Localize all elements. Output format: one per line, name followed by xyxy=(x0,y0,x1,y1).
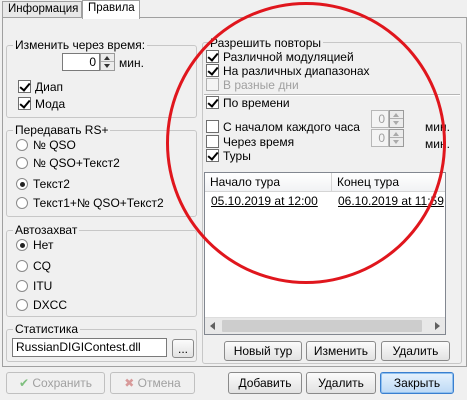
rs-option-qso-text2-radio[interactable] xyxy=(16,157,28,169)
delete-tour-button[interactable]: Удалить xyxy=(381,341,450,361)
statistics-title: Статистика xyxy=(13,322,81,336)
autocapture-dxcc-radio[interactable] xyxy=(16,299,28,311)
tour-start-cell[interactable]: 05.10.2019 at 12:00 xyxy=(211,194,318,208)
rs-option-text2-radio[interactable] xyxy=(16,178,28,190)
autocapture-dxcc-label: DXCC xyxy=(33,298,68,312)
autocapture-cq-radio[interactable] xyxy=(16,260,28,272)
autocapture-itu-label: ITU xyxy=(33,279,53,293)
new-tour-button[interactable]: Новый тур xyxy=(224,341,302,361)
tab-bar: Информация Правила xyxy=(0,0,467,19)
time-change-title: Изменить через время: xyxy=(13,38,148,52)
rs-option-qso-label: № QSO xyxy=(33,138,76,152)
scrollbar-thumb[interactable] xyxy=(222,320,422,332)
stepper-down-icon[interactable] xyxy=(101,62,114,70)
rs-option-qso-text2-label: № QSO+Текст2 xyxy=(33,156,120,170)
autocapture-none-label: Нет xyxy=(33,238,54,252)
autocapture-title: Автозахват xyxy=(13,223,80,237)
rs-option-text2-label: Текст2 xyxy=(33,177,70,191)
stepper-up-icon[interactable] xyxy=(390,130,403,138)
stepper-down-icon[interactable] xyxy=(390,119,403,127)
repeat-bands-checkbox[interactable] xyxy=(206,64,219,77)
rs-transmit-title: Передавать RS+ xyxy=(13,123,111,137)
tours-checkbox[interactable] xyxy=(206,149,219,162)
stepper-up-icon[interactable] xyxy=(390,111,403,119)
autocapture-itu-radio[interactable] xyxy=(16,280,28,292)
by-time-label: По времени xyxy=(223,96,290,110)
rs-option-text1-qso-text2-radio[interactable] xyxy=(16,197,28,209)
time-change-stepper[interactable] xyxy=(100,53,115,71)
each-hour-minutes-input-2[interactable]: 0 xyxy=(371,129,389,147)
after-time-checkbox[interactable] xyxy=(206,135,219,148)
rs-option-text1-qso-text2-label: Текст1+№ QSO+Текст2 xyxy=(33,196,164,210)
add-button[interactable]: Добавить xyxy=(228,372,302,394)
close-button[interactable]: Закрыть xyxy=(380,372,454,394)
each-hour-stepper[interactable] xyxy=(389,110,404,128)
rs-option-qso-radio[interactable] xyxy=(16,139,28,151)
each-hour-checkbox[interactable] xyxy=(206,120,219,133)
repeat-modulation-checkbox[interactable] xyxy=(206,50,219,63)
band-checkbox[interactable] xyxy=(18,80,31,93)
save-label: Сохранить xyxy=(32,376,93,390)
column-header-tour-end[interactable]: Конец тура xyxy=(332,173,445,192)
edit-tour-button[interactable]: Изменить xyxy=(306,341,376,361)
autocapture-none-radio[interactable] xyxy=(16,239,28,251)
tour-end-cell[interactable]: 06.10.2019 at 11:59 xyxy=(338,194,444,208)
repeat-days-checkbox[interactable] xyxy=(206,78,219,91)
repeat-days-label: В разные дни xyxy=(223,78,299,92)
repeats-title: Разрешить повторы xyxy=(208,36,324,50)
each-hour-unit: мин. xyxy=(425,120,450,134)
repeat-bands-label: На различных диапазонах xyxy=(223,64,370,78)
save-button[interactable]: ✔ Сохранить xyxy=(6,372,105,394)
each-hour-minutes-input[interactable]: 0 xyxy=(371,110,389,128)
by-time-checkbox[interactable] xyxy=(206,96,219,109)
after-time-unit: мин. xyxy=(425,137,450,151)
checkmark-icon: ✔ xyxy=(18,376,30,390)
each-hour-label: С началом каждого часа xyxy=(223,120,360,134)
cross-icon: ✖ xyxy=(124,376,135,390)
time-change-unit: мин. xyxy=(119,56,144,70)
repeat-modulation-label: Различной модуляцией xyxy=(223,50,354,64)
tab-information[interactable]: Информация xyxy=(2,1,82,18)
remove-button[interactable]: Удалить xyxy=(306,372,376,394)
cancel-label: Отмена xyxy=(137,376,181,390)
scroll-left-icon[interactable] xyxy=(210,322,215,330)
tab-rules[interactable]: Правила xyxy=(82,0,140,19)
table-row[interactable]: 05.10.2019 at 12:00 06.10.2019 at 11:59 xyxy=(205,193,445,209)
statistics-file-input[interactable]: RussianDIGIContest.dll xyxy=(12,338,167,357)
scroll-right-icon[interactable] xyxy=(435,322,440,330)
band-label: Диап xyxy=(35,80,64,94)
time-change-minutes-input[interactable]: 0 xyxy=(62,53,100,71)
stepper-down-icon[interactable] xyxy=(390,138,403,146)
tours-list[interactable]: Начало тура Конец тура 05.10.2019 at 12:… xyxy=(204,172,446,335)
horizontal-scrollbar[interactable] xyxy=(205,317,445,334)
after-time-label: Через время xyxy=(223,135,295,149)
tours-label: Туры xyxy=(223,149,251,163)
cancel-button[interactable]: ✖ Отмена xyxy=(110,372,195,394)
statistics-browse-button[interactable]: ... xyxy=(172,339,194,358)
column-header-tour-start[interactable]: Начало тура xyxy=(205,173,332,192)
each-hour-stepper-2[interactable] xyxy=(389,129,404,147)
mode-checkbox[interactable] xyxy=(18,97,31,110)
mode-label: Мода xyxy=(35,97,66,111)
autocapture-cq-label: CQ xyxy=(33,259,51,273)
stepper-up-icon[interactable] xyxy=(101,54,114,62)
